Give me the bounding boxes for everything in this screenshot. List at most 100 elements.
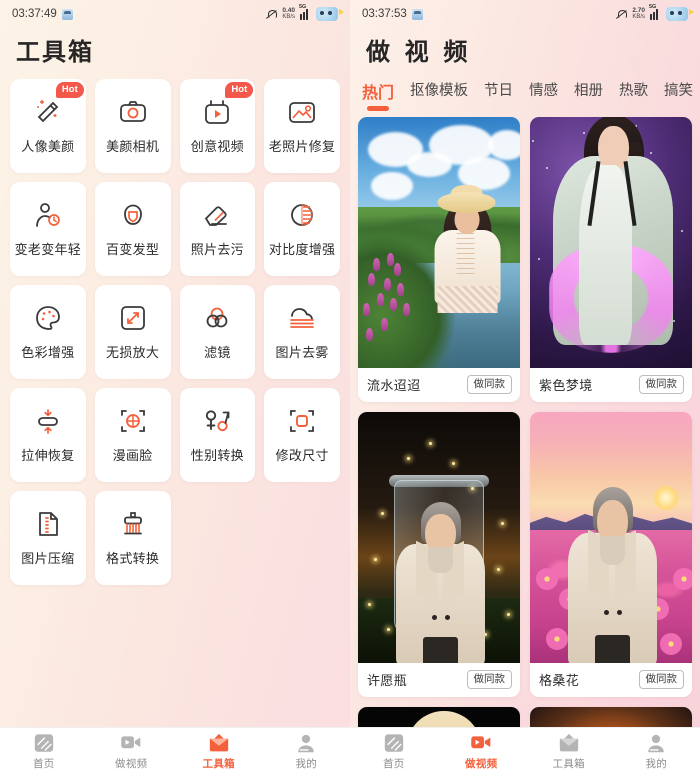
tab-6[interactable]: 热歌 bbox=[619, 79, 648, 108]
nav-item-首页[interactable]: 首页 bbox=[0, 733, 88, 771]
status-left-group: 03:37:49 bbox=[12, 8, 73, 20]
tool-card-9[interactable]: 色彩增强 bbox=[10, 285, 86, 379]
tool-label: 美颜相机 bbox=[106, 139, 160, 154]
tool-card-16[interactable]: 修改尺寸 bbox=[264, 388, 340, 482]
tool-card-10[interactable]: 无损放大 bbox=[94, 285, 171, 379]
tool-card-11[interactable]: 滤镜 bbox=[179, 285, 256, 379]
nav-item-工具箱[interactable]: 工具箱 bbox=[525, 733, 613, 771]
tool-label: 照片去污 bbox=[190, 242, 244, 257]
battery-avatar-icon bbox=[316, 7, 344, 21]
nav-label: 我的 bbox=[295, 757, 318, 770]
nav-item-我的[interactable]: 我的 bbox=[263, 733, 351, 771]
nav-item-首页[interactable]: 首页 bbox=[350, 733, 438, 771]
template-card[interactable]: 许愿瓶 做同款 bbox=[358, 412, 520, 697]
stretch-restore-icon bbox=[33, 406, 63, 436]
template-meta: 格桑花 做同款 bbox=[530, 663, 692, 697]
network-type-label: 5G bbox=[649, 4, 657, 10]
category-tabs[interactable]: 热门 抠像模板 节日 情感 相册 热歌 搞笑 bbox=[350, 79, 700, 117]
status-time: 03:37:53 bbox=[362, 8, 407, 20]
hot-badge: Hot bbox=[55, 82, 84, 98]
page-title-left: 工具箱 bbox=[16, 39, 94, 66]
tool-card-13[interactable]: 拉伸恢复 bbox=[10, 388, 86, 482]
template-card[interactable]: 格桑花 做同款 bbox=[530, 412, 692, 697]
tool-grid-scroll[interactable]: Hot 人像美颜 美颜相机 Hot 创意视频 老照片修复变老变年轻 百变发型 照片去污 对比度增… bbox=[0, 79, 350, 727]
tool-card-14[interactable]: 漫画脸 bbox=[94, 388, 171, 482]
signal-bars-icon: 5G bbox=[649, 4, 661, 20]
nav-label: 做视频 bbox=[465, 757, 498, 770]
tab-2[interactable]: 抠像模板 bbox=[410, 79, 468, 108]
template-card-partial[interactable] bbox=[358, 707, 520, 727]
bottom-nav-left: 首页 做视频 工具箱 我的 bbox=[0, 727, 350, 775]
tool-card-15[interactable]: 性别转换 bbox=[179, 388, 256, 482]
tool-label: 创意视频 bbox=[190, 139, 244, 154]
eraser-icon bbox=[202, 200, 232, 230]
status-avatar-icon bbox=[411, 8, 423, 20]
nav-item-工具箱[interactable]: 工具箱 bbox=[175, 733, 263, 771]
status-right-group: 2.70 KB/s 5G bbox=[616, 4, 694, 21]
nav-label: 我的 bbox=[645, 757, 668, 770]
tool-card-5[interactable]: 变老变年轻 bbox=[10, 182, 86, 276]
network-type-label: 5G bbox=[299, 4, 307, 10]
tool-card-6[interactable]: 百变发型 bbox=[94, 182, 171, 276]
gender-swap-icon bbox=[202, 406, 232, 436]
tool-card-1[interactable]: Hot 人像美颜 bbox=[10, 79, 86, 173]
tool-label: 百变发型 bbox=[106, 242, 160, 257]
template-card[interactable]: 紫色梦境 做同款 bbox=[530, 117, 692, 402]
tab-3[interactable]: 节日 bbox=[484, 79, 513, 108]
person-icon bbox=[295, 733, 317, 753]
tool-label: 拉伸恢复 bbox=[21, 448, 75, 463]
template-thumbnail[interactable] bbox=[530, 412, 692, 663]
tool-label: 性别转换 bbox=[190, 448, 244, 463]
nav-item-做视频[interactable]: 做视频 bbox=[438, 733, 526, 771]
video-camera-icon bbox=[470, 733, 492, 753]
home-icon bbox=[33, 733, 55, 753]
tool-card-18[interactable]: 格式转换 bbox=[94, 491, 171, 585]
tab-1[interactable]: 热门 bbox=[362, 79, 394, 111]
network-speed: 2.70 KB/s bbox=[632, 7, 645, 20]
tool-card-7[interactable]: 照片去污 bbox=[179, 182, 256, 276]
tool-card-4[interactable]: 老照片修复 bbox=[264, 79, 340, 173]
hot-badge: Hot bbox=[225, 82, 254, 98]
tool-grid: Hot 人像美颜 美颜相机 Hot 创意视频 老照片修复变老变年轻 百变发型 照片去污 对比度增… bbox=[10, 79, 340, 585]
make-same-button[interactable]: 做同款 bbox=[638, 670, 684, 689]
tool-card-12[interactable]: 图片去雾 bbox=[264, 285, 340, 379]
tool-card-8[interactable]: 对比度增强 bbox=[264, 182, 340, 276]
template-thumbnail[interactable] bbox=[358, 117, 520, 368]
tool-card-3[interactable]: Hot 创意视频 bbox=[179, 79, 256, 173]
nav-item-我的[interactable]: 我的 bbox=[613, 733, 700, 771]
template-thumbnail[interactable] bbox=[530, 117, 692, 368]
status-bar-left: 03:37:49 0.40 KB/s 5G bbox=[0, 0, 350, 28]
tab-7[interactable]: 搞笑 bbox=[664, 79, 693, 108]
thumb-art bbox=[358, 117, 520, 368]
left-phone-panel: 03:37:49 0.40 KB/s 5G 工具箱 Hot 人像美颜美颜相机 Hot… bbox=[0, 0, 350, 775]
home-icon bbox=[383, 733, 405, 753]
template-thumbnail[interactable] bbox=[530, 707, 692, 727]
network-speed-unit: KB/s bbox=[632, 14, 645, 20]
template-card[interactable]: 流水迢迢 做同款 bbox=[358, 117, 520, 402]
tool-label: 滤镜 bbox=[204, 345, 231, 360]
bottom-nav-right: 首页 做视频 工具箱 我的 bbox=[350, 727, 700, 775]
tool-card-17[interactable]: 图片压缩 bbox=[10, 491, 86, 585]
template-thumbnail[interactable] bbox=[358, 412, 520, 663]
template-thumbnail[interactable] bbox=[358, 707, 520, 727]
network-speed: 0.40 KB/s bbox=[282, 7, 295, 20]
contrast-icon bbox=[287, 200, 317, 230]
nav-label: 做视频 bbox=[115, 757, 148, 770]
photo-restore-icon bbox=[287, 97, 317, 127]
tool-label: 变老变年轻 bbox=[14, 242, 82, 257]
format-convert-icon bbox=[118, 509, 148, 539]
make-same-button[interactable]: 做同款 bbox=[638, 375, 684, 394]
template-title: 紫色梦境 bbox=[539, 378, 593, 393]
tool-label: 修改尺寸 bbox=[275, 448, 329, 463]
nav-label: 工具箱 bbox=[202, 757, 235, 770]
template-feed-scroll[interactable]: 流水迢迢 做同款 紫色梦境 做同款 许愿瓶 做同款 格桑花 做同款 bbox=[350, 117, 700, 727]
dual-phone-screenshot: 03:37:49 0.40 KB/s 5G 工具箱 Hot 人像美颜美颜相机 Hot… bbox=[0, 0, 700, 775]
template-card-partial[interactable] bbox=[530, 707, 692, 727]
make-same-button[interactable]: 做同款 bbox=[466, 375, 512, 394]
tool-card-2[interactable]: 美颜相机 bbox=[94, 79, 171, 173]
make-same-button[interactable]: 做同款 bbox=[466, 670, 512, 689]
signal-bars-icon: 5G bbox=[299, 4, 311, 20]
tab-4[interactable]: 情感 bbox=[529, 79, 558, 108]
nav-item-做视频[interactable]: 做视频 bbox=[88, 733, 176, 771]
tab-5[interactable]: 相册 bbox=[574, 79, 603, 108]
